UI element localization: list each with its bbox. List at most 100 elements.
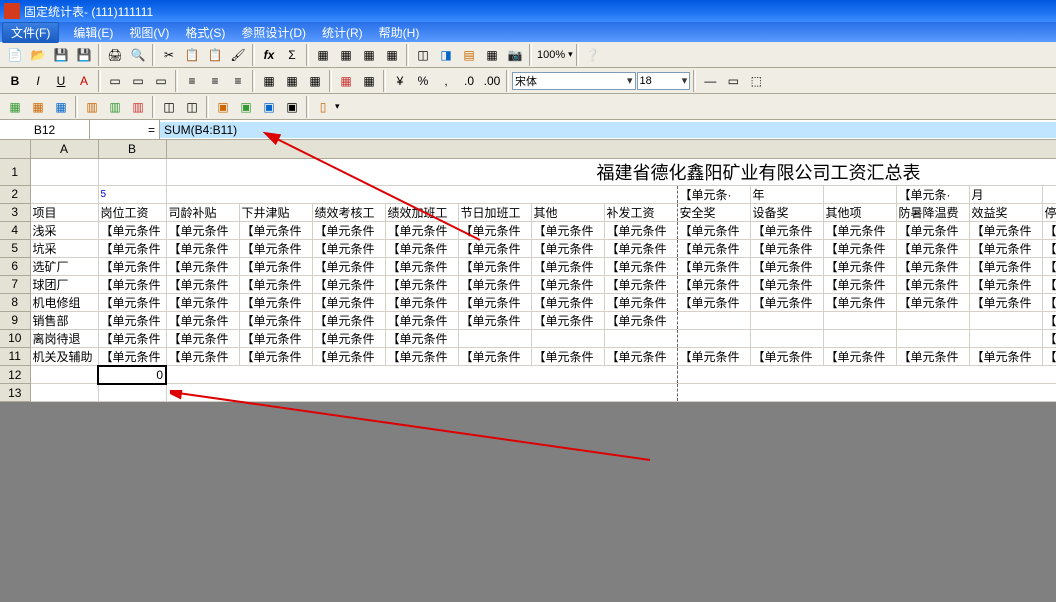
grid2-icon[interactable]: ▦ [335,44,357,66]
cell[interactable]: 【单元条件 [896,293,969,311]
cell[interactable]: 【单元条· [896,185,969,203]
currency-icon[interactable]: ¥ [389,70,411,92]
formula-input[interactable]: SUM(B4:B11) [160,122,1056,138]
font-combo[interactable]: 宋体▾ [512,72,636,90]
align-right-icon[interactable]: ≡ [227,70,249,92]
italic-icon[interactable]: I [27,70,49,92]
cell[interactable]: 【单元条件 [1042,275,1056,293]
cell[interactable]: 【单元条件 [531,221,604,239]
cell[interactable]: 【单元条件 [896,347,969,366]
cell[interactable]: 【单元条件 [458,311,531,329]
cell[interactable]: 【单元条件 [750,275,823,293]
cell[interactable]: 【单元条件 [385,257,458,275]
cell[interactable]: 销售部 [30,311,98,329]
cell[interactable] [823,329,896,347]
cell[interactable]: 机关及辅助 [30,347,98,366]
cell[interactable]: 【单元条件 [239,275,312,293]
sheet-area[interactable]: A B 1 福建省德化鑫阳矿业有限公司工资汇总表 2 5 【单元条· 年 【单元… [0,140,1056,402]
cell[interactable]: 【单元条件 [677,347,750,366]
cell[interactable]: 【单元条件 [98,275,166,293]
cell[interactable]: 【单元条件 [239,311,312,329]
cell[interactable]: 【单元条件 [166,293,239,311]
split-icon[interactable]: ▦ [358,70,380,92]
bg3-icon[interactable]: ▭ [150,70,172,92]
print-icon[interactable]: 🖨 [104,44,126,66]
cell[interactable] [531,329,604,347]
cell[interactable]: 【单元条件 [823,239,896,257]
decdec-icon[interactable]: .00 [481,70,503,92]
cell[interactable]: 【单元条件 [98,257,166,275]
cell[interactable]: 【单元条件 [385,347,458,366]
grid4-icon[interactable]: ▦ [381,44,403,66]
cell[interactable] [750,311,823,329]
row-header[interactable]: 4 [0,221,30,239]
cell[interactable]: 【单元条件 [896,257,969,275]
cell[interactable]: 【单元条件 [385,329,458,347]
open-icon[interactable]: 📂 [27,44,49,66]
cell[interactable]: 【单元条件 [166,347,239,366]
row-header[interactable]: 10 [0,329,30,347]
cell[interactable]: 【单元条件 [385,275,458,293]
cell[interactable]: 【单元条件 [896,221,969,239]
cell[interactable]: 选矿厂 [30,257,98,275]
ex4-icon[interactable]: ▥ [81,96,103,118]
cell[interactable] [677,311,750,329]
cell[interactable]: 【单元条件 [312,275,385,293]
cell[interactable]: 【单元条件 [312,347,385,366]
row-header[interactable]: 7 [0,275,30,293]
cell[interactable]: 【单元条件 [458,221,531,239]
cell[interactable]: 【单元条件 [677,221,750,239]
menu-refdesign[interactable]: 参照设计(D) [241,24,306,41]
cell[interactable]: 年 [750,185,823,203]
cell[interactable]: 【单元条件 [823,257,896,275]
cell[interactable]: 【单元条件 [823,221,896,239]
cell[interactable]: 司龄补贴 [166,203,239,221]
ex3-icon[interactable]: ▦ [50,96,72,118]
cell[interactable]: 【单元条件 [458,293,531,311]
cell[interactable]: 【单元条件 [98,293,166,311]
new-icon[interactable]: 📄 [4,44,26,66]
cell[interactable]: 其他 [531,203,604,221]
chart-icon[interactable]: ◨ [435,44,457,66]
cell[interactable]: 【单元条件 [239,329,312,347]
cell[interactable]: 【单元条件 [531,293,604,311]
row-header[interactable]: 2 [0,185,30,203]
cell[interactable]: 【单元条件 [1042,347,1056,366]
row-header[interactable]: 13 [0,384,30,402]
grid3-icon[interactable]: ▦ [358,44,380,66]
cell[interactable]: 【单元条件 [604,239,677,257]
paste-icon[interactable]: 📋 [204,44,226,66]
active-cell[interactable]: 0 [98,366,166,384]
cell[interactable]: 坑采 [30,239,98,257]
align-left-icon[interactable]: ≡ [181,70,203,92]
cell[interactable] [896,311,969,329]
camera-icon[interactable]: 📷 [504,44,526,66]
cell[interactable]: 【单元条件 [823,275,896,293]
underline-icon[interactable]: U [50,70,72,92]
cell[interactable]: 【单元条件 [969,275,1042,293]
ex11-icon[interactable]: ▣ [258,96,280,118]
cell[interactable]: 岗位工资 [98,203,166,221]
cell[interactable]: 绩效加班工 [385,203,458,221]
cell[interactable]: 【单元条件 [969,257,1042,275]
cell[interactable]: 【单元条件 [458,275,531,293]
cell[interactable]: 防暑降温费 [896,203,969,221]
name-box[interactable]: B12 [0,120,90,139]
corner-box[interactable] [0,140,30,158]
cell[interactable]: 【单元条件 [896,239,969,257]
cell[interactable]: 【单元条件 [604,293,677,311]
size-combo[interactable]: 18▾ [637,72,691,90]
row-header[interactable]: 9 [0,311,30,329]
cell[interactable]: 【单元条件 [750,239,823,257]
row-header[interactable]: 3 [0,203,30,221]
fontcolor-icon[interactable]: A [73,70,95,92]
merge-icon[interactable]: ▦ [335,70,357,92]
cell[interactable]: 【单元条件 [531,311,604,329]
rect-icon[interactable]: ▭ [722,70,744,92]
object-icon[interactable]: ◫ [412,44,434,66]
cell[interactable]: 【单元条件 [896,275,969,293]
cell[interactable] [823,311,896,329]
cell[interactable]: 停 [1042,203,1056,221]
fx-icon[interactable]: fx [258,44,280,66]
cell[interactable]: 【单元条件 [604,347,677,366]
